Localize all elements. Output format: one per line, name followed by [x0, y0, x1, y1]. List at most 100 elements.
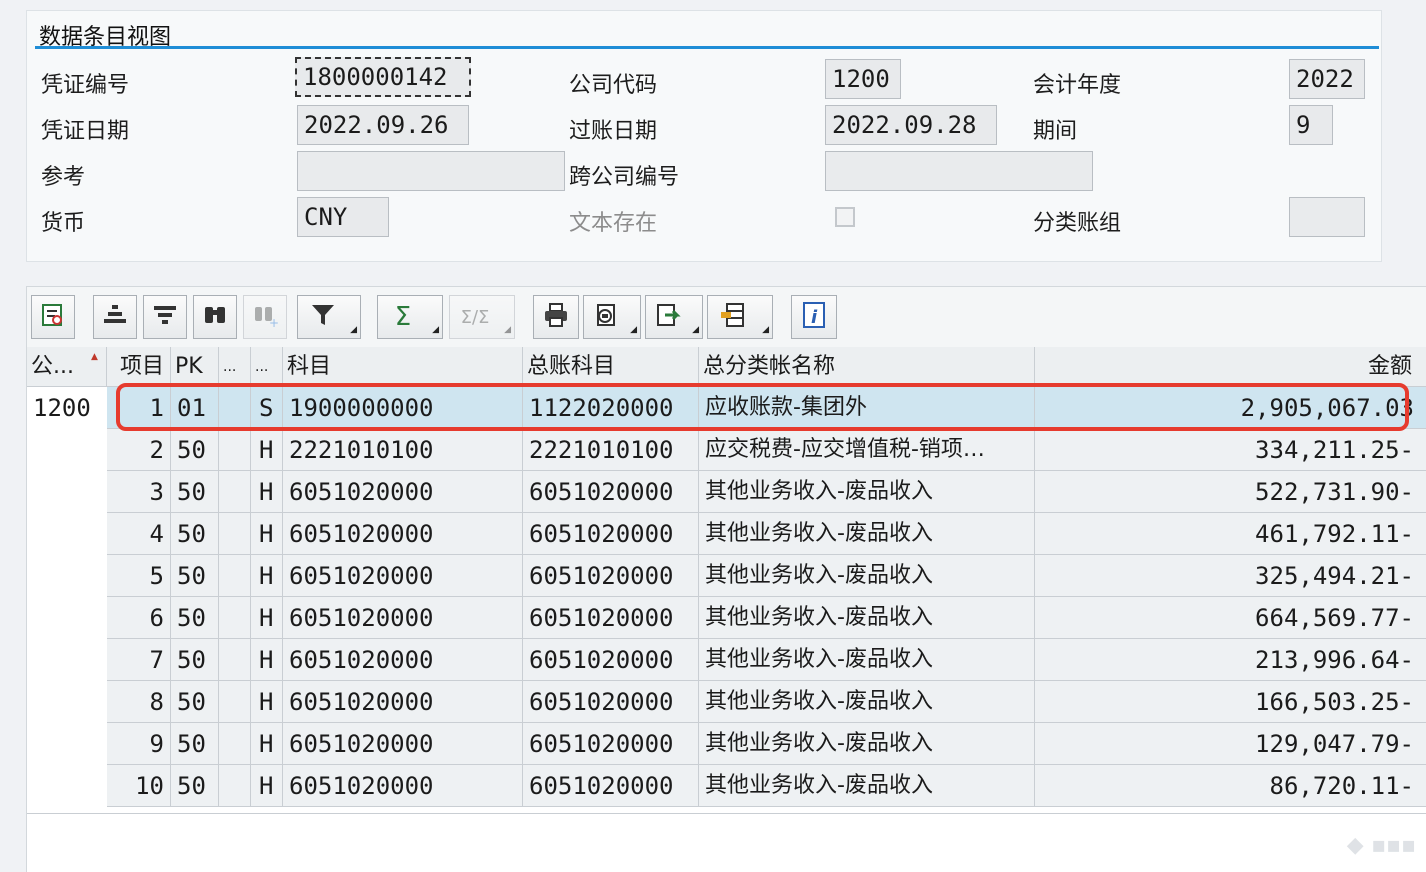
amount-cell[interactable]: 129,047.79-	[1035, 723, 1426, 765]
col-item[interactable]: 项目	[107, 347, 171, 387]
sort-descending-button[interactable]	[143, 295, 187, 339]
debit-credit-cell[interactable]: H	[251, 429, 283, 471]
view-button[interactable]: ◢	[583, 295, 641, 339]
col-truncated-1[interactable]: ...	[219, 347, 251, 387]
gl-name-cell[interactable]: 其他业务收入-废品收入	[699, 513, 1035, 555]
cross-company-field[interactable]	[825, 151, 1093, 191]
blank-cell[interactable]	[219, 681, 251, 723]
text-exists-checkbox[interactable]	[835, 207, 855, 227]
gl-name-cell[interactable]: 其他业务收入-废品收入	[699, 639, 1035, 681]
table-row[interactable]: 1 01 S 1900000000 1122020000 应收账款-集团外 2,905,06…	[27, 387, 1426, 429]
gl-account-cell[interactable]: 6051020000	[523, 597, 699, 639]
amount-cell[interactable]: 325,494.21-	[1035, 555, 1426, 597]
pk-cell[interactable]: 50	[171, 597, 219, 639]
pk-cell[interactable]: 50	[171, 765, 219, 807]
account-cell[interactable]: 6051020000	[283, 765, 523, 807]
col-gl-account[interactable]: 总账科目	[523, 347, 699, 387]
col-pk[interactable]: PK	[171, 347, 219, 387]
blank-cell[interactable]	[219, 597, 251, 639]
gl-name-cell[interactable]: 应收账款-集团外	[699, 387, 1035, 429]
account-cell[interactable]: 6051020000	[283, 597, 523, 639]
currency-field[interactable]: CNY	[297, 197, 389, 237]
company-code-field[interactable]: 1200	[825, 59, 901, 99]
debit-credit-cell[interactable]: H	[251, 597, 283, 639]
blank-cell[interactable]	[219, 513, 251, 555]
amount-cell[interactable]: 522,731.90-	[1035, 471, 1426, 513]
gl-account-cell[interactable]: 2221010100	[523, 429, 699, 471]
blank-cell[interactable]	[219, 471, 251, 513]
col-truncated-2[interactable]: ...	[251, 347, 283, 387]
table-row[interactable]: 10 50 H 6051020000 6051020000 其他业务收入-废品收入 86,7…	[27, 765, 1426, 807]
item-cell[interactable]: 3	[107, 471, 171, 513]
gl-name-cell[interactable]: 其他业务收入-废品收入	[699, 597, 1035, 639]
account-cell[interactable]: 6051020000	[283, 681, 523, 723]
gl-account-cell[interactable]: 1122020000	[523, 387, 699, 429]
gl-name-cell[interactable]: 其他业务收入-废品收入	[699, 681, 1035, 723]
amount-cell[interactable]: 86,720.11-	[1035, 765, 1426, 807]
amount-cell[interactable]: 2,905,067.03	[1035, 387, 1426, 429]
amount-cell[interactable]: 664,569.77-	[1035, 597, 1426, 639]
blank-cell[interactable]	[219, 429, 251, 471]
blank-cell[interactable]	[219, 765, 251, 807]
filter-button[interactable]: ◢	[297, 295, 361, 339]
gl-account-cell[interactable]: 6051020000	[523, 555, 699, 597]
gl-account-cell[interactable]: 6051020000	[523, 681, 699, 723]
gl-account-cell[interactable]: 6051020000	[523, 765, 699, 807]
account-cell[interactable]: 6051020000	[283, 723, 523, 765]
table-row[interactable]: 3 50 H 6051020000 6051020000 其他业务收入-废品收入 522,7…	[27, 471, 1426, 513]
details-button[interactable]	[31, 295, 75, 339]
table-row[interactable]: 4 50 H 6051020000 6051020000 其他业务收入-废品收入 461,7…	[27, 513, 1426, 555]
pk-cell[interactable]: 01	[171, 387, 219, 429]
pk-cell[interactable]: 50	[171, 555, 219, 597]
gl-name-cell[interactable]: 其他业务收入-废品收入	[699, 555, 1035, 597]
debit-credit-cell[interactable]: H	[251, 681, 283, 723]
debit-credit-cell[interactable]: H	[251, 723, 283, 765]
table-row[interactable]: 5 50 H 6051020000 6051020000 其他业务收入-废品收入 325,4…	[27, 555, 1426, 597]
info-button[interactable]: i	[791, 295, 837, 339]
account-cell[interactable]: 6051020000	[283, 555, 523, 597]
pk-cell[interactable]: 50	[171, 681, 219, 723]
col-amount[interactable]: 金额	[1035, 347, 1426, 387]
debit-credit-cell[interactable]: H	[251, 471, 283, 513]
fiscal-year-field[interactable]: 2022	[1289, 59, 1365, 99]
account-cell[interactable]: 6051020000	[283, 639, 523, 681]
gl-account-cell[interactable]: 6051020000	[523, 513, 699, 555]
debit-credit-cell[interactable]: H	[251, 639, 283, 681]
blank-cell[interactable]	[219, 639, 251, 681]
item-cell[interactable]: 10	[107, 765, 171, 807]
blank-cell[interactable]	[219, 387, 251, 429]
pk-cell[interactable]: 50	[171, 429, 219, 471]
table-row[interactable]: 8 50 H 6051020000 6051020000 其他业务收入-废品收入 166,5…	[27, 681, 1426, 723]
item-cell[interactable]: 5	[107, 555, 171, 597]
debit-credit-cell[interactable]: H	[251, 765, 283, 807]
gl-account-cell[interactable]: 6051020000	[523, 723, 699, 765]
reference-field[interactable]	[297, 151, 565, 191]
account-cell[interactable]: 6051020000	[283, 513, 523, 555]
item-cell[interactable]: 1	[107, 387, 171, 429]
debit-credit-cell[interactable]: H	[251, 513, 283, 555]
subtotal-button[interactable]: Σ/Σ ◢	[449, 295, 515, 339]
item-cell[interactable]: 2	[107, 429, 171, 471]
table-row[interactable]: 2 50 H 2221010100 2221010100 应交税费-应交增值税-销项… 33…	[27, 429, 1426, 471]
doc-date-field[interactable]: 2022.09.26	[297, 105, 469, 145]
item-cell[interactable]: 8	[107, 681, 171, 723]
find-next-button[interactable]: +	[243, 295, 287, 339]
account-cell[interactable]: 6051020000	[283, 471, 523, 513]
ledger-group-field[interactable]	[1289, 197, 1365, 237]
amount-cell[interactable]: 213,996.64-	[1035, 639, 1426, 681]
gl-account-cell[interactable]: 6051020000	[523, 471, 699, 513]
pk-cell[interactable]: 50	[171, 723, 219, 765]
doc-number-field[interactable]: 1800000142	[295, 57, 471, 97]
table-row[interactable]: 7 50 H 6051020000 6051020000 其他业务收入-废品收入 213,9…	[27, 639, 1426, 681]
col-account[interactable]: 科目	[283, 347, 523, 387]
col-gl-name[interactable]: 总分类帐名称	[699, 347, 1035, 387]
gl-name-cell[interactable]: 其他业务收入-废品收入	[699, 471, 1035, 513]
company-code-cell[interactable]: 1200	[27, 387, 107, 429]
sort-ascending-button[interactable]	[93, 295, 137, 339]
gl-name-cell[interactable]: 应交税费-应交增值税-销项…	[699, 429, 1035, 471]
amount-cell[interactable]: 461,792.11-	[1035, 513, 1426, 555]
print-button[interactable]	[533, 295, 579, 339]
debit-credit-cell[interactable]: H	[251, 555, 283, 597]
export-button[interactable]: ◢	[645, 295, 703, 339]
blank-cell[interactable]	[219, 555, 251, 597]
